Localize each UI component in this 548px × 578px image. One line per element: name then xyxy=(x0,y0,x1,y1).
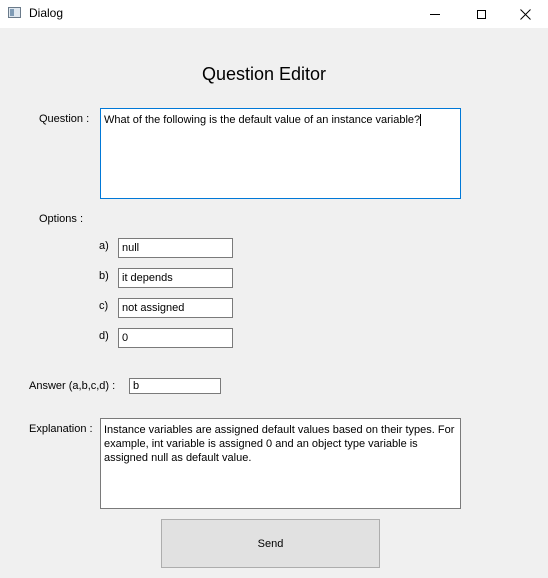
app-icon xyxy=(8,7,21,18)
explanation-field[interactable]: Instance variables are assigned default … xyxy=(100,418,461,509)
option-d-field[interactable]: 0 xyxy=(118,328,233,348)
close-button[interactable] xyxy=(502,0,548,28)
option-a-letter: a) xyxy=(99,240,109,252)
title-bar[interactable]: Dialog xyxy=(0,0,548,28)
maximize-icon xyxy=(476,9,486,19)
maximize-button[interactable] xyxy=(458,0,504,28)
answer-field[interactable]: b xyxy=(129,378,221,394)
minimize-button[interactable] xyxy=(412,0,458,28)
close-icon xyxy=(519,8,531,20)
send-button[interactable]: Send xyxy=(161,519,380,568)
window-title: Dialog xyxy=(29,6,64,20)
option-c-letter: c) xyxy=(99,300,109,312)
text-caret xyxy=(420,114,422,127)
explanation-label: Explanation : xyxy=(29,423,93,435)
question-text: What of the following is the default val… xyxy=(104,114,421,126)
page-title: Question Editor xyxy=(201,64,327,84)
option-a-field[interactable]: null xyxy=(118,238,233,258)
option-b-letter: b) xyxy=(99,270,109,282)
option-b-field[interactable]: it depends xyxy=(118,268,233,288)
question-field[interactable]: What of the following is the default val… xyxy=(100,108,461,199)
minimize-icon xyxy=(430,13,440,15)
options-label: Options : xyxy=(39,213,84,225)
answer-label: Answer (a,b,c,d) : xyxy=(29,380,116,392)
question-label: Question : xyxy=(39,113,90,125)
option-d-letter: d) xyxy=(99,330,109,342)
option-c-field[interactable]: not assigned xyxy=(118,298,233,318)
